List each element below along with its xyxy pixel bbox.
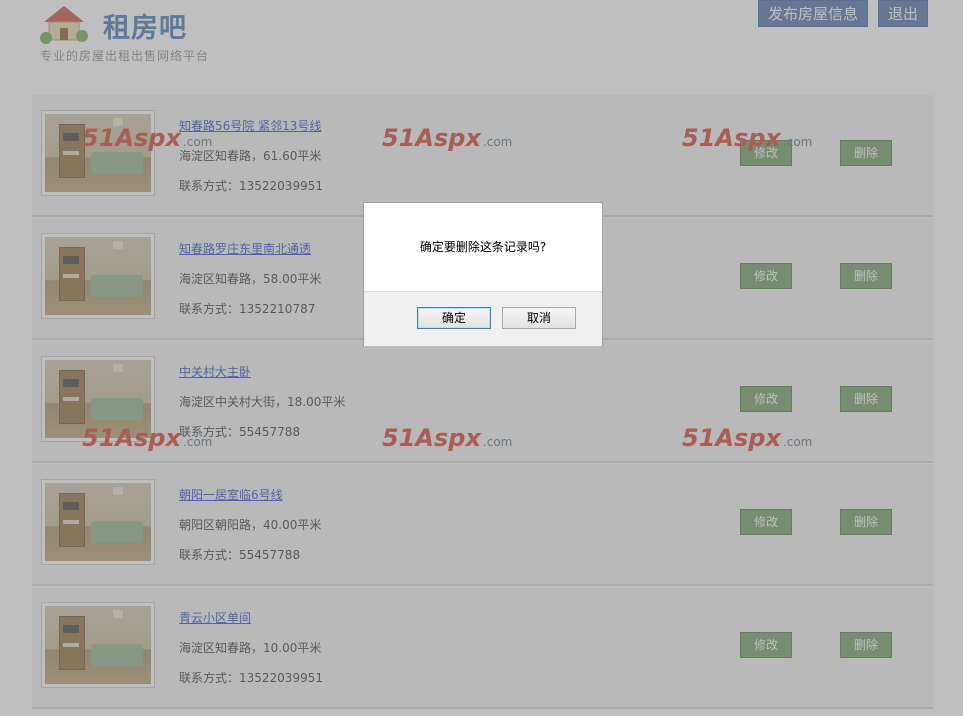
dialog-message: 确定要删除这条记录吗? <box>419 240 547 254</box>
page: 租房吧 专业的房屋出租出售网络平台 发布房屋信息 退出 知春路56号院 紧邻13… <box>0 0 963 716</box>
confirm-ok-button[interactable]: 确定 <box>417 307 491 329</box>
modal-overlay[interactable] <box>0 0 963 716</box>
dialog-footer: 确定 取消 <box>364 291 602 346</box>
confirm-cancel-button[interactable]: 取消 <box>502 307 576 329</box>
confirm-dialog: 确定要删除这条记录吗? 确定 取消 <box>363 202 603 346</box>
